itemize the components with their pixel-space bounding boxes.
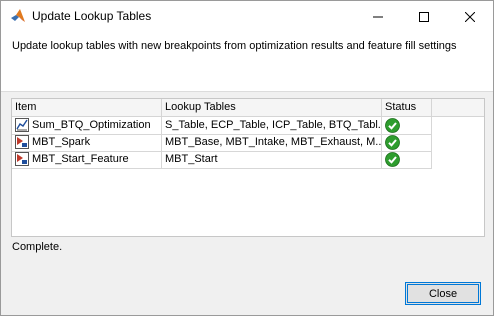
minimize-button[interactable] — [355, 1, 401, 32]
feature-icon — [15, 135, 29, 149]
status-cell — [382, 117, 432, 134]
column-header-lookup-tables[interactable]: Lookup Tables — [162, 99, 382, 116]
lookup-tables-cell: S_Table, ECP_Table, ICP_Table, BTQ_Tabl.… — [162, 117, 382, 134]
check-success-icon — [385, 118, 400, 133]
matlab-logo-icon — [11, 9, 25, 22]
close-icon — [465, 11, 475, 22]
column-header-item[interactable]: Item — [12, 99, 162, 116]
status-message: Complete. — [12, 241, 63, 253]
close-button[interactable]: Close — [405, 282, 481, 305]
item-cell: MBT_Start_Feature — [12, 151, 162, 168]
maximize-icon — [419, 11, 429, 22]
item-name: Sum_BTQ_Optimization — [32, 119, 151, 131]
table-row[interactable]: Sum_BTQ_Optimization S_Table, ECP_Table,… — [12, 117, 432, 135]
check-success-icon — [385, 152, 400, 167]
table-header: Item Lookup Tables Status — [12, 99, 484, 117]
feature-icon — [15, 152, 29, 166]
dialog-window: Update Lookup Tables Update lookup table… — [0, 0, 494, 316]
title-bar[interactable]: Update Lookup Tables — [1, 1, 493, 32]
maximize-button[interactable] — [401, 1, 447, 32]
column-header-status[interactable]: Status — [382, 99, 432, 116]
window-title: Update Lookup Tables — [32, 9, 152, 23]
lookup-table-list[interactable]: Item Lookup Tables Status Sum_BTQ_Optimi… — [11, 98, 485, 237]
optimization-icon — [15, 118, 29, 132]
description-text: Update lookup tables with new breakpoint… — [12, 40, 457, 52]
lookup-tables-cell: MBT_Start — [162, 151, 382, 168]
item-cell: Sum_BTQ_Optimization — [12, 117, 162, 134]
status-cell — [382, 134, 432, 151]
check-success-icon — [385, 135, 400, 150]
item-name: MBT_Start_Feature — [32, 153, 129, 165]
table-row[interactable]: MBT_Start_Feature MBT_Start — [12, 151, 432, 169]
table-row[interactable]: MBT_Spark MBT_Base, MBT_Intake, MBT_Exha… — [12, 134, 432, 152]
item-name: MBT_Spark — [32, 136, 91, 148]
lookup-tables-cell: MBT_Base, MBT_Intake, MBT_Exhaust, M... — [162, 134, 382, 151]
status-cell — [382, 151, 432, 168]
window-close-button[interactable] — [447, 1, 493, 32]
description-banner: Update lookup tables with new breakpoint… — [1, 32, 493, 92]
item-cell: MBT_Spark — [12, 134, 162, 151]
minimize-icon — [373, 16, 383, 17]
